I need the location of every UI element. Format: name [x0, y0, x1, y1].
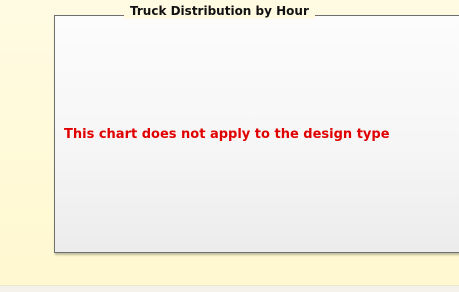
chart-area: Truck Distribution by Hour This chart do… [0, 0, 459, 292]
groupbox-title: Truck Distribution by Hour [124, 3, 315, 19]
not-applicable-message: This chart does not apply to the design … [64, 127, 390, 142]
